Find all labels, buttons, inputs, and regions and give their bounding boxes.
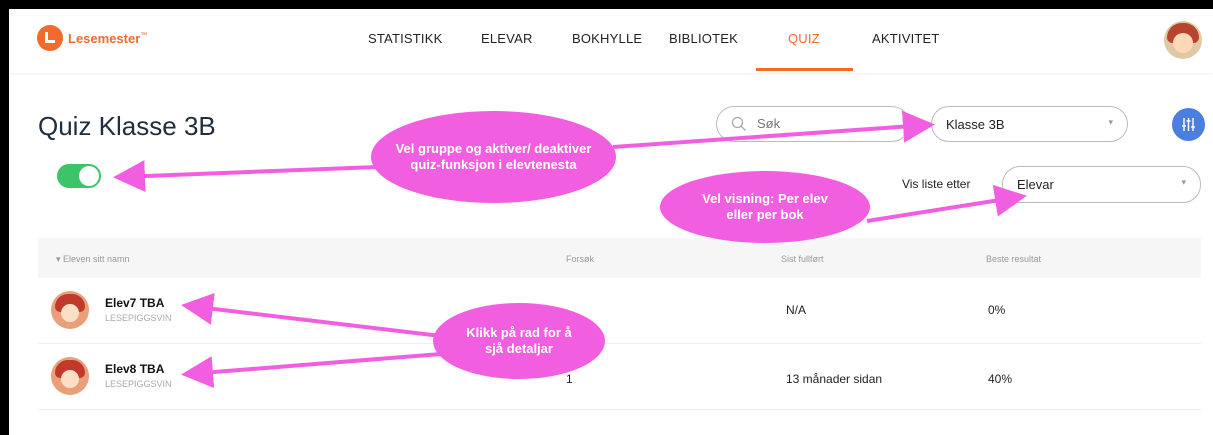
- annotation-group: Vel gruppe og aktiver/ deaktiver quiz-fu…: [371, 111, 616, 203]
- annotation-view: Vel visning: Per elev eller per bok: [660, 171, 870, 243]
- arrow-to-group-select: [612, 110, 935, 149]
- arrow-to-toggle: [113, 160, 378, 193]
- arrow-to-row-1: [181, 292, 442, 338]
- app-window: Lesemester ™ STATISTIKK ELEVAR BOKHYLLE B…: [9, 9, 1213, 435]
- arrow-to-row-2: [181, 352, 442, 389]
- annotation-row: Klikk på rad for å sjå detaljar: [433, 303, 605, 379]
- annotation-arrows: [113, 110, 1027, 389]
- arrow-to-view-select: [866, 184, 1027, 223]
